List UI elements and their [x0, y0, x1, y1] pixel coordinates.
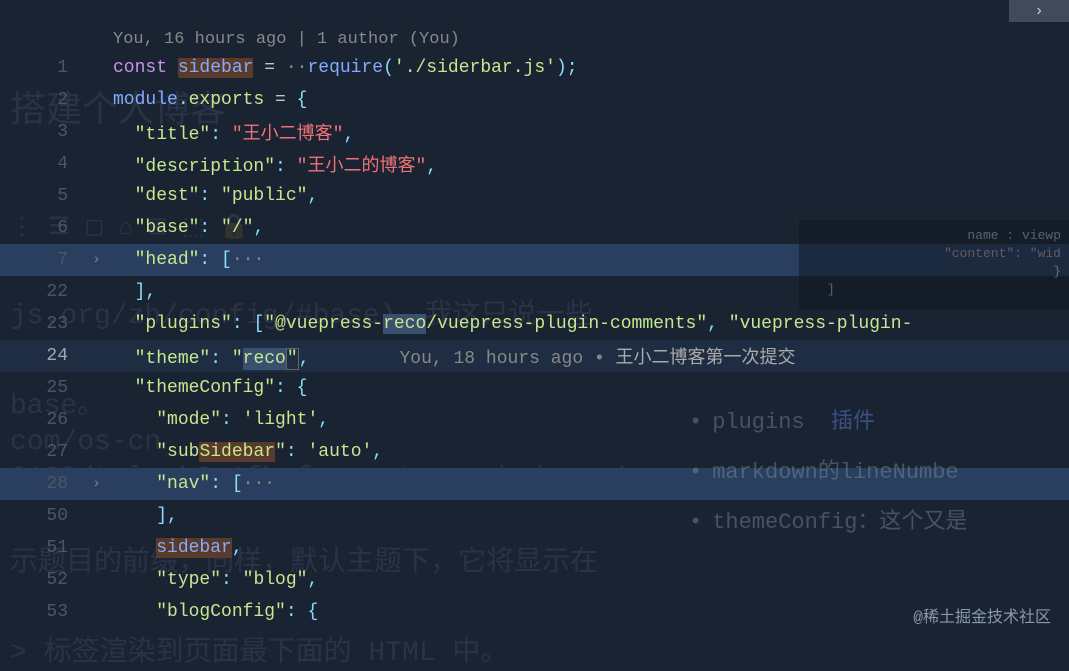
identifier-sidebar: sidebar [156, 538, 232, 558]
code-line[interactable]: 2 module.exports = { [0, 84, 1069, 116]
line-number: 1 [0, 58, 80, 78]
code-line[interactable]: 25 "themeConfig": { [0, 372, 1069, 404]
line-number: 23 [0, 314, 80, 334]
code-line[interactable]: 1 const sidebar = ··require('./siderbar.… [0, 52, 1069, 84]
line-number: 22 [0, 282, 80, 302]
git-blame-annotation: You, 18 hours ago • 王小二博客第一次提交 [400, 349, 796, 369]
line-number: 51 [0, 538, 80, 558]
line-number: 4 [0, 154, 80, 174]
chevron-right-icon[interactable]: › [92, 252, 100, 268]
line-number: 53 [0, 602, 80, 622]
line-number: 5 [0, 186, 80, 206]
code-line[interactable]: 51 sidebar, [0, 532, 1069, 564]
code-line[interactable]: 28 › "nav": [··· [0, 468, 1069, 500]
identifier-sidebar: sidebar [178, 58, 254, 78]
line-number: 7 [0, 250, 80, 270]
line-number: 2 [0, 90, 80, 110]
chevron-right-icon[interactable]: › [92, 476, 100, 492]
code-line[interactable]: 5 "dest": "public", [0, 180, 1069, 212]
line-number: 26 [0, 410, 80, 430]
code-line[interactable]: 4 "description": "王小二的博客", [0, 148, 1069, 180]
line-number: 50 [0, 506, 80, 526]
code-line[interactable]: 26 "mode": 'light', [0, 404, 1069, 436]
code-editor[interactable]: › 搭建个人博客 ⋮ ☰ ◻ ⌂ ⊞ ⬚ 🔒 js.org/zh/config/… [0, 0, 1069, 637]
code-line[interactable]: 23 "plugins": ["@vuepress-reco/vuepress-… [0, 308, 1069, 340]
chevron-right-icon: › [1034, 2, 1044, 20]
line-number: 3 [0, 122, 80, 142]
line-number: 25 [0, 378, 80, 398]
tab-scroll-button[interactable]: › [1009, 0, 1069, 22]
code-line[interactable]: 50 ], [0, 500, 1069, 532]
code-line[interactable]: 3 "title": "王小二博客", [0, 116, 1069, 148]
code-line[interactable]: 24 "theme": "reco",You, 18 hours ago • 王… [0, 340, 1069, 372]
line-number: 28 [0, 474, 80, 494]
codelens-annotation[interactable]: You, 16 hours ago | 1 author (You) [0, 0, 1069, 52]
line-number: 6 [0, 218, 80, 238]
minimap-panel[interactable]: name : viewp "content": "wid } ] [799, 220, 1069, 310]
line-number: 52 [0, 570, 80, 590]
code-line[interactable]: 53 "blogConfig": { [0, 596, 1069, 628]
line-number: 24 [0, 346, 80, 366]
line-number: 27 [0, 442, 80, 462]
code-line[interactable]: 27 "subSidebar": 'auto', [0, 436, 1069, 468]
watermark-text: @稀土掘金技术社区 [913, 603, 1051, 627]
code-line[interactable]: 52 "type": "blog", [0, 564, 1069, 596]
